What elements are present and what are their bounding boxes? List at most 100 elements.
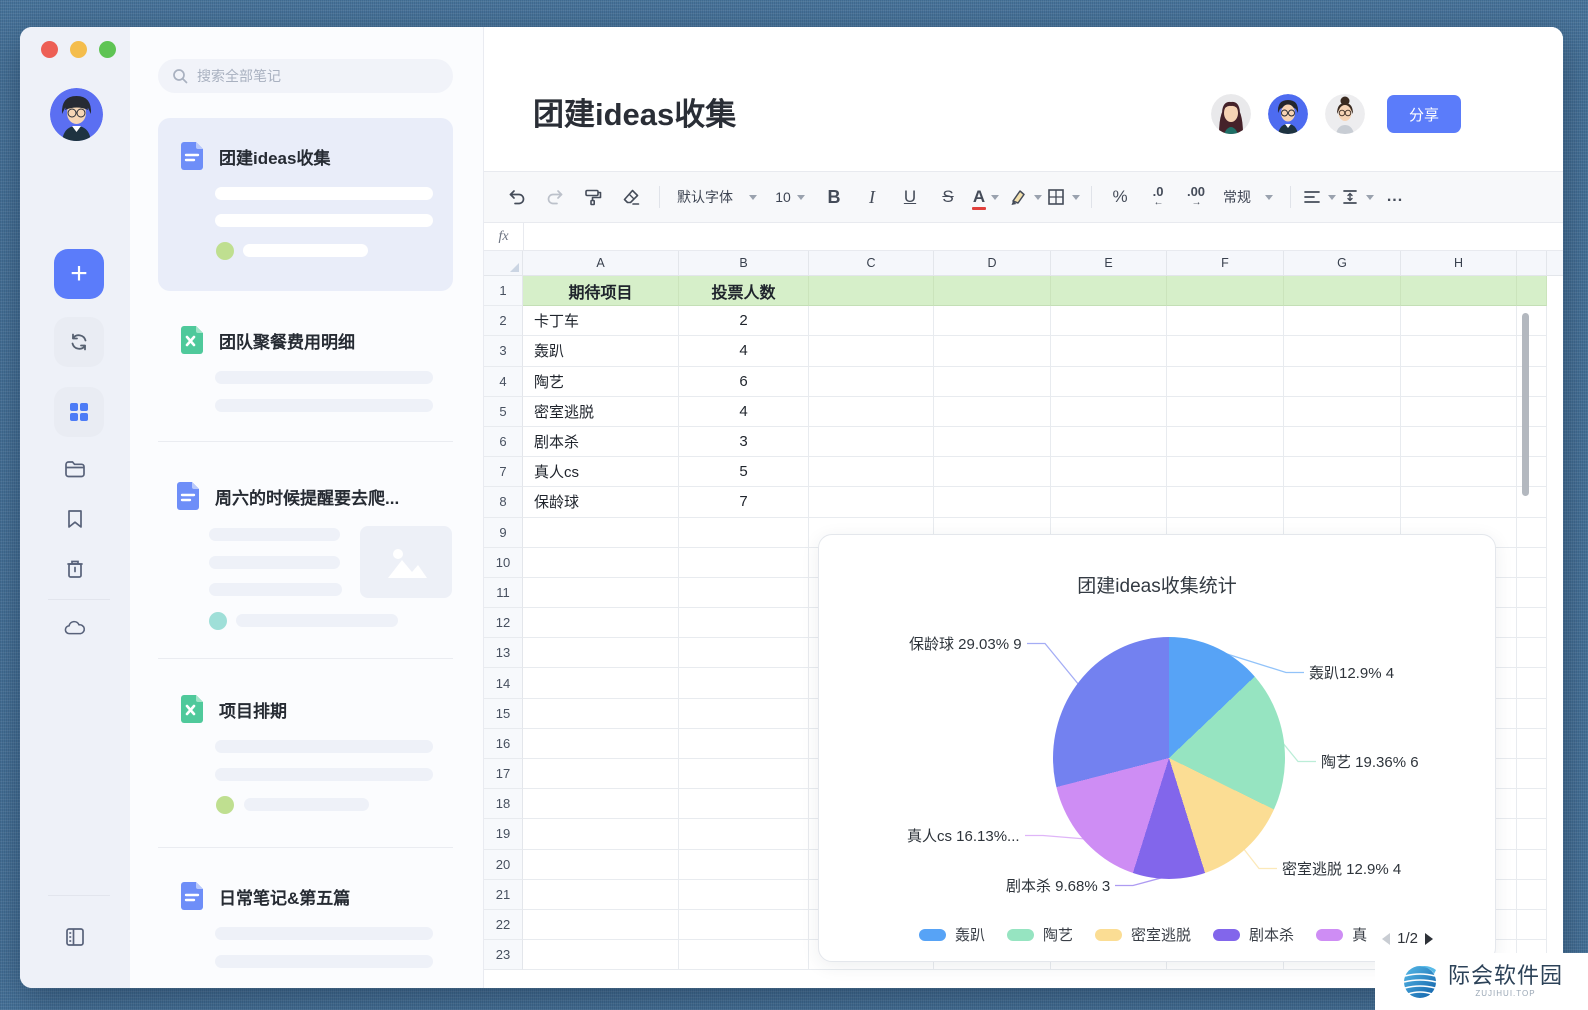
cell[interactable] (523, 819, 679, 849)
cell[interactable]: 卡丁车 (523, 306, 679, 336)
cell[interactable] (523, 729, 679, 759)
cell[interactable] (934, 427, 1051, 457)
trash-button[interactable] (63, 557, 87, 581)
row-header[interactable]: 22 (484, 910, 523, 940)
cell[interactable] (1517, 880, 1547, 910)
legend-item[interactable]: 真 (1316, 924, 1367, 945)
column-header[interactable]: C (809, 251, 934, 275)
font-family-select[interactable]: 默认字体 (671, 180, 763, 214)
share-button[interactable]: 分享 (1387, 95, 1461, 133)
legend-item[interactable]: 剧本杀 (1213, 924, 1294, 945)
cell[interactable]: 5 (679, 457, 809, 487)
maximize-window-icon[interactable] (99, 41, 116, 58)
row-header[interactable]: 20 (484, 850, 523, 880)
cell[interactable] (523, 699, 679, 729)
row-header[interactable]: 23 (484, 940, 523, 970)
column-header[interactable]: B (679, 251, 809, 275)
cell[interactable] (1051, 457, 1167, 487)
cell[interactable] (809, 427, 934, 457)
bold-button[interactable]: B (817, 180, 851, 214)
row-header[interactable]: 14 (484, 668, 523, 698)
row-header[interactable]: 12 (484, 608, 523, 638)
cell[interactable] (679, 608, 809, 638)
cell[interactable] (523, 638, 679, 668)
cell[interactable] (679, 850, 809, 880)
cell[interactable] (1517, 608, 1547, 638)
new-note-button[interactable]: + (54, 249, 104, 299)
underline-button[interactable]: U (893, 180, 927, 214)
vertical-scrollbar[interactable] (1522, 313, 1529, 496)
redo-button[interactable] (538, 180, 572, 214)
note-card-current[interactable]: 团建ideas收集 (158, 118, 453, 291)
column-header[interactable] (1517, 251, 1547, 275)
cell[interactable]: 剧本杀 (523, 427, 679, 457)
decrease-decimal-button[interactable]: .0← (1141, 180, 1175, 214)
cell[interactable] (523, 910, 679, 940)
row-header[interactable]: 21 (484, 880, 523, 910)
cell[interactable]: 6 (679, 367, 809, 397)
borders-button[interactable] (1046, 180, 1080, 214)
cell[interactable] (809, 487, 934, 517)
cell[interactable]: 真人cs (523, 457, 679, 487)
legend-item[interactable]: 轰趴 (919, 924, 985, 945)
cell[interactable]: 4 (679, 397, 809, 427)
legend-prev-icon[interactable] (1382, 933, 1390, 945)
cell[interactable]: 陶艺 (523, 367, 679, 397)
chart-panel[interactable]: 团建ideas收集统计 保龄球 29.03% 9 轰趴12.9% 4 陶艺 19… (818, 534, 1496, 962)
cell[interactable] (1517, 638, 1547, 668)
cell[interactable] (1051, 367, 1167, 397)
cell[interactable] (1284, 487, 1401, 517)
cell[interactable] (809, 457, 934, 487)
folders-button[interactable] (63, 457, 87, 481)
cell[interactable] (1167, 457, 1284, 487)
cell[interactable] (1401, 457, 1517, 487)
cell[interactable]: 3 (679, 427, 809, 457)
cell[interactable] (1167, 397, 1284, 427)
cell[interactable] (1051, 276, 1167, 306)
row-header[interactable]: 7 (484, 457, 523, 487)
legend-item[interactable]: 陶艺 (1007, 924, 1073, 945)
strikethrough-button[interactable]: S (931, 180, 965, 214)
font-color-button[interactable]: A (969, 180, 1003, 214)
cell[interactable] (934, 336, 1051, 366)
clear-format-button[interactable] (614, 180, 648, 214)
row-header[interactable]: 9 (484, 518, 523, 548)
cell[interactable]: 2 (679, 306, 809, 336)
cell[interactable] (523, 518, 679, 548)
row-header[interactable]: 11 (484, 578, 523, 608)
collaborator-avatar[interactable] (1268, 94, 1308, 134)
cell[interactable]: 7 (679, 487, 809, 517)
row-header[interactable]: 3 (484, 336, 523, 366)
undo-button[interactable] (500, 180, 534, 214)
cell[interactable] (1517, 699, 1547, 729)
cell[interactable] (1284, 457, 1401, 487)
legend-next-icon[interactable] (1425, 933, 1433, 945)
cell[interactable] (523, 759, 679, 789)
cell[interactable] (1517, 729, 1547, 759)
row-header[interactable]: 8 (484, 487, 523, 517)
cell[interactable] (1051, 306, 1167, 336)
row-header[interactable]: 6 (484, 427, 523, 457)
cell[interactable] (523, 880, 679, 910)
column-header[interactable]: G (1284, 251, 1401, 275)
cell[interactable] (1401, 276, 1517, 306)
cell[interactable] (1167, 336, 1284, 366)
cell[interactable] (1051, 336, 1167, 366)
cell[interactable] (934, 306, 1051, 336)
close-window-icon[interactable] (41, 41, 58, 58)
row-header[interactable]: 13 (484, 638, 523, 668)
cell[interactable] (934, 487, 1051, 517)
cell[interactable] (1517, 276, 1547, 306)
row-header[interactable]: 5 (484, 397, 523, 427)
cell[interactable] (1517, 819, 1547, 849)
cell[interactable]: 密室逃脱 (523, 397, 679, 427)
cell[interactable] (523, 578, 679, 608)
minimize-window-icon[interactable] (70, 41, 87, 58)
row-header[interactable]: 17 (484, 759, 523, 789)
cell[interactable] (809, 306, 934, 336)
cell[interactable] (1051, 427, 1167, 457)
more-tools-button[interactable]: ... (1378, 180, 1412, 214)
percent-format-button[interactable]: % (1103, 180, 1137, 214)
cell[interactable] (1517, 910, 1547, 940)
cell[interactable] (523, 789, 679, 819)
